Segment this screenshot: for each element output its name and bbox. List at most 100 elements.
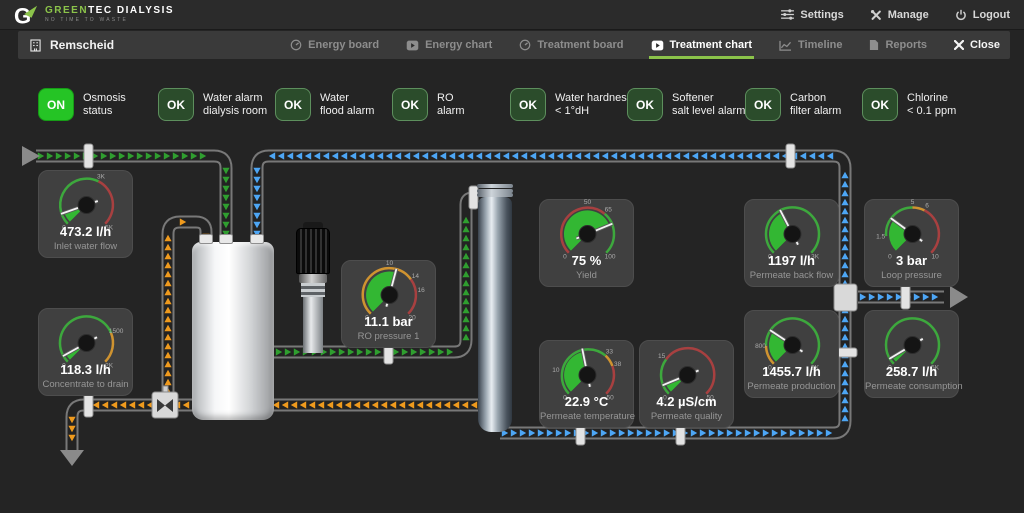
status-badge[interactable]: OK: [862, 88, 898, 121]
manage-button[interactable]: Manage: [870, 9, 929, 21]
svg-text:10: 10: [386, 260, 394, 267]
gauge-value: 1455.7 l/h: [745, 364, 838, 379]
gauge-dial: 05K: [865, 313, 960, 369]
close-icon: [954, 40, 964, 50]
gauge-value: 11.1 bar: [342, 314, 435, 329]
gauge-value: 473.2 l/h: [39, 224, 132, 239]
status-osmosis: ON Osmosisstatus: [38, 88, 126, 121]
tab-treatment-board[interactable]: Treatment board: [519, 31, 623, 59]
top-actions: Settings Manage Logout: [781, 9, 1010, 21]
gauge-icon: [519, 39, 531, 51]
gauge-label: Permeate production: [745, 381, 838, 392]
break-tank: [192, 242, 274, 420]
tank-port-drain: [199, 234, 213, 244]
gauge-dial: 08005K: [745, 313, 840, 369]
status-badge[interactable]: ON: [38, 88, 74, 121]
gauge-dial: 05065100: [540, 202, 635, 258]
location: Remscheid: [30, 38, 114, 52]
status-ro-alarm: OK ROalarm: [392, 88, 465, 121]
gauge-dial: 01550: [640, 343, 735, 399]
status-water-flood: OK Waterflood alarm: [275, 88, 374, 121]
svg-text:1500: 1500: [109, 328, 124, 335]
logo-g-icon: G: [14, 3, 38, 27]
status-badge[interactable]: OK: [510, 88, 546, 121]
gauge-concentrate-to-drain: 015002K 118.3 l/h Concentrate to drain: [38, 308, 133, 396]
svg-text:33: 33: [606, 349, 614, 356]
brand-tagline: NO TIME TO WASTE: [45, 18, 174, 23]
gauge-label: Permeate back flow: [745, 270, 838, 281]
gauge-loop-pressure: 01.55610 3 bar Loop pressure: [864, 199, 959, 287]
gauge-dial: 03K: [745, 202, 840, 258]
document-icon: [869, 39, 879, 51]
gauge-label: Loop pressure: [865, 270, 958, 281]
play-chart-icon: [406, 40, 419, 51]
tab-bar: Energy board Energy chart Treatment boar…: [290, 31, 1000, 59]
tab-treatment-chart[interactable]: Treatment chart: [651, 31, 753, 59]
location-label: Remscheid: [50, 38, 114, 52]
svg-text:5: 5: [911, 199, 915, 206]
gauge-value: 118.3 l/h: [39, 362, 132, 377]
status-water-hardness: OK Water hardness< 1°dH: [510, 88, 632, 121]
gauge-value: 258.7 l/h: [865, 364, 958, 379]
tab-energy-chart[interactable]: Energy chart: [406, 31, 492, 59]
gauge-permeate-quality: 01550 4.2 µS/cm Permeate quality: [639, 340, 734, 428]
ro-vessel-ring: [477, 184, 513, 188]
gauge-icon: [290, 39, 302, 51]
gauge-yield: 05065100 75 % Yield: [539, 199, 634, 287]
gauge-ro-pressure: 010141620 11.1 bar RO pressure 1: [341, 260, 436, 348]
gauge-label: Inlet water flow: [39, 241, 132, 252]
svg-text:10: 10: [552, 367, 560, 374]
svg-text:14: 14: [412, 273, 420, 280]
timeline-chart-icon: [779, 40, 792, 51]
gauge-value: 3 bar: [865, 253, 958, 268]
pump-coupling: [301, 283, 325, 297]
sub-bar: Remscheid Energy board Energy chart Trea…: [18, 31, 1010, 59]
ro-vessel-ring: [477, 193, 513, 197]
gauge-value: 22.9 °C: [540, 394, 633, 409]
tab-close[interactable]: Close: [954, 31, 1000, 59]
settings-button[interactable]: Settings: [781, 9, 843, 21]
sliders-icon: [781, 9, 794, 20]
brand-name: GREENTEC DIALYSIS: [45, 6, 174, 16]
status-badge[interactable]: OK: [275, 88, 311, 121]
gauge-dial: 010333850: [540, 343, 635, 399]
gauge-inlet-water-flow: 03K5K 473.2 l/h Inlet water flow: [38, 170, 133, 258]
status-softener-salt: OK Softenersalt level alarm: [627, 88, 745, 121]
pump-motor: [296, 228, 330, 274]
gauge-label: Yield: [540, 270, 633, 281]
play-chart-icon: [651, 40, 664, 51]
svg-text:38: 38: [614, 361, 622, 368]
status-badge[interactable]: OK: [392, 88, 428, 121]
gauge-label: Permeate consumption: [865, 381, 958, 392]
svg-text:16: 16: [417, 287, 425, 294]
ro-membrane-vessel: [478, 197, 512, 432]
tank-port-inlet: [219, 234, 233, 244]
svg-text:65: 65: [605, 207, 613, 214]
svg-text:3K: 3K: [97, 174, 106, 181]
status-badge[interactable]: OK: [745, 88, 781, 121]
status-chlorine: OK Chlorine< 0.1 ppm: [862, 88, 956, 121]
status-badge[interactable]: OK: [158, 88, 194, 121]
gauge-dial: 01.55610: [865, 202, 960, 258]
building-icon: [30, 39, 41, 52]
tank-port-return: [250, 234, 264, 244]
status-water-alarm-dialysis: OK Water alarmdialysis room: [158, 88, 267, 121]
gauge-label: RO pressure 1: [342, 331, 435, 342]
power-icon: [955, 9, 967, 21]
gauge-dial: 015002K: [39, 311, 134, 367]
tab-timeline[interactable]: Timeline: [779, 31, 842, 59]
tools-icon: [870, 9, 882, 21]
gauge-dial: 010141620: [342, 263, 437, 319]
svg-text:15: 15: [658, 353, 666, 360]
brand-logo: G GREENTEC DIALYSIS NO TIME TO WASTE: [14, 3, 174, 27]
status-carbon-filter: OK Carbonfilter alarm: [745, 88, 841, 121]
gauge-label: Concentrate to drain: [39, 379, 132, 390]
svg-text:50: 50: [584, 199, 592, 206]
status-badge[interactable]: OK: [627, 88, 663, 121]
tab-energy-board[interactable]: Energy board: [290, 31, 379, 59]
tab-reports[interactable]: Reports: [869, 31, 927, 59]
svg-text:6: 6: [925, 203, 929, 210]
top-bar: G GREENTEC DIALYSIS NO TIME TO WASTE Set…: [0, 0, 1024, 30]
logout-button[interactable]: Logout: [955, 9, 1010, 21]
pump-column: [303, 297, 323, 353]
